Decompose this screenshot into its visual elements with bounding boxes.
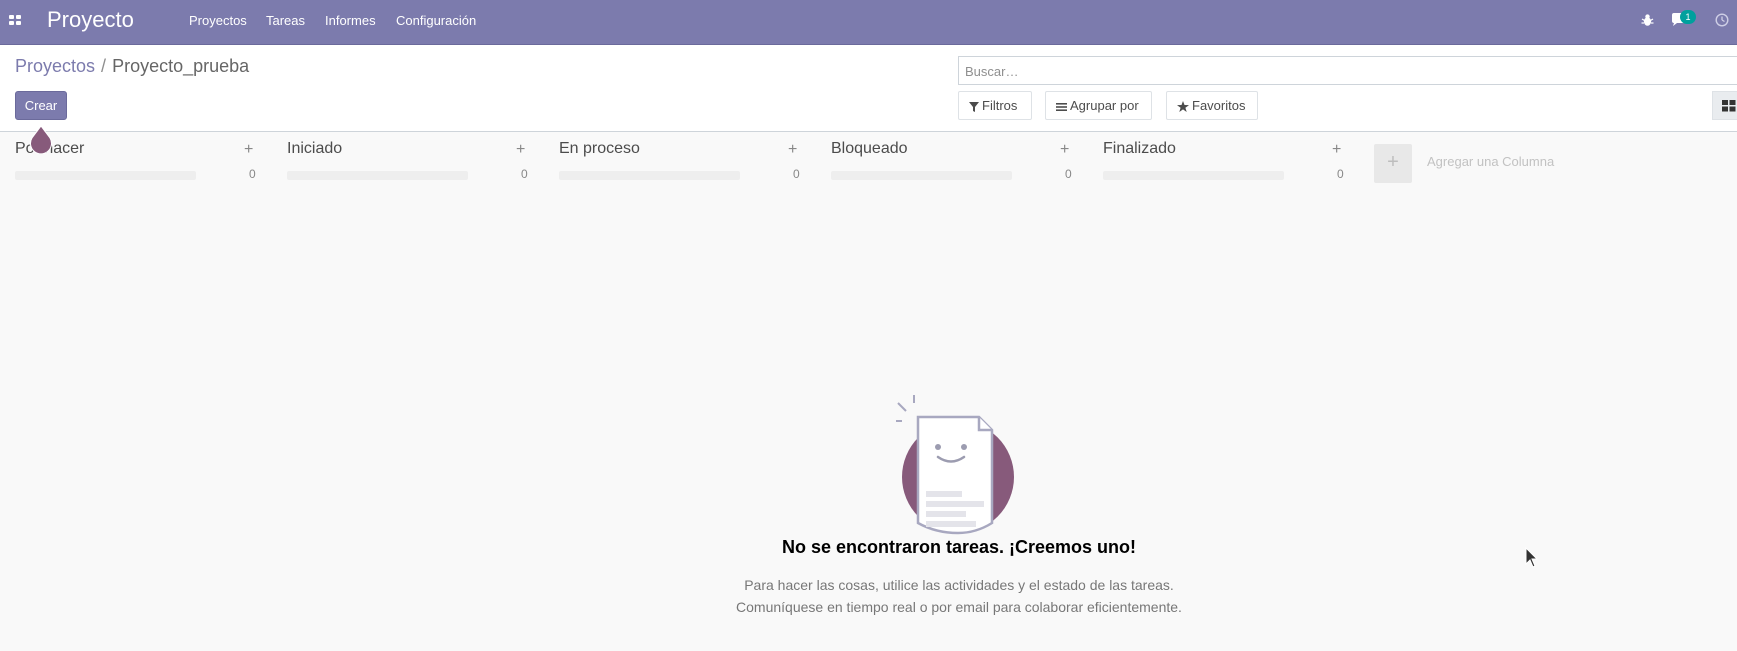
column-count: 0 bbox=[793, 167, 800, 181]
column-quick-create-icon[interactable]: + bbox=[516, 141, 525, 159]
column-progress-bar bbox=[287, 171, 468, 180]
column-quick-create-icon[interactable]: + bbox=[788, 141, 797, 159]
kanban-grid-icon bbox=[1722, 100, 1736, 112]
kanban-column-finalizado: Finalizado + 0 bbox=[1103, 140, 1344, 190]
column-count: 0 bbox=[1065, 167, 1072, 181]
breadcrumb-current: Proyecto_prueba bbox=[112, 56, 250, 76]
column-progress-bar bbox=[559, 171, 740, 180]
breadcrumb-separator: / bbox=[101, 56, 107, 76]
app-title[interactable]: Proyecto bbox=[47, 7, 134, 33]
column-progress-bar bbox=[1103, 171, 1284, 180]
kanban-view-switch[interactable] bbox=[1712, 91, 1737, 120]
column-quick-create-icon[interactable]: + bbox=[1332, 141, 1341, 159]
column-progress-bar bbox=[831, 171, 1012, 180]
breadcrumb-parent-link[interactable]: Proyectos bbox=[15, 56, 95, 76]
column-title[interactable]: Finalizado bbox=[1103, 140, 1176, 158]
empty-state-help-line-2: Comuníquese en tiempo real o por email p… bbox=[736, 599, 1182, 615]
favorites-label: Favoritos bbox=[1192, 98, 1246, 113]
onboarding-tip-drop-icon[interactable] bbox=[29, 126, 53, 154]
control-panel: Proyectos / Proyecto_prueba Crear Buscar… … bbox=[0, 45, 1737, 132]
search-input[interactable]: Buscar… bbox=[958, 56, 1737, 85]
kanban-column-en-proceso: En proceso + 0 bbox=[559, 140, 800, 190]
add-column-label[interactable]: Agregar una Columna bbox=[1427, 154, 1554, 169]
create-button[interactable]: Crear bbox=[15, 91, 67, 120]
empty-state-title: No se encontraron tareas. ¡Creemos uno! bbox=[781, 537, 1137, 557]
menu-configuracion[interactable]: Configuración bbox=[396, 13, 476, 28]
menu-tareas[interactable]: Tareas bbox=[266, 13, 305, 28]
star-icon bbox=[1177, 101, 1189, 113]
column-quick-create-icon[interactable]: + bbox=[1060, 141, 1069, 159]
filters-button[interactable]: Filtros bbox=[958, 91, 1032, 120]
kanban-column-iniciado: Iniciado + 0 bbox=[287, 140, 528, 190]
column-title[interactable]: Bloqueado bbox=[831, 140, 908, 158]
filter-icon bbox=[969, 101, 979, 112]
column-count: 0 bbox=[1337, 167, 1344, 181]
column-title[interactable]: Iniciado bbox=[287, 140, 342, 158]
add-column-button[interactable]: + bbox=[1374, 144, 1412, 183]
empty-state-help-line-1: Para hacer las cosas, utilice las activi… bbox=[744, 577, 1174, 593]
column-count: 0 bbox=[521, 167, 528, 181]
group-by-button[interactable]: Agrupar por bbox=[1045, 91, 1152, 120]
messages-count-badge: 1 bbox=[1680, 10, 1696, 24]
column-title[interactable]: En proceso bbox=[559, 140, 640, 158]
breadcrumb: Proyectos / Proyecto_prueba bbox=[15, 56, 249, 77]
bars-icon bbox=[1056, 102, 1067, 111]
empty-document-illustration bbox=[896, 395, 1014, 535]
column-progress-bar bbox=[15, 171, 196, 180]
activity-clock-icon[interactable] bbox=[1715, 13, 1729, 27]
mouse-cursor-icon bbox=[1525, 547, 1539, 568]
column-count: 0 bbox=[249, 167, 256, 181]
group-by-label: Agrupar por bbox=[1070, 98, 1139, 113]
menu-informes[interactable]: Informes bbox=[325, 13, 376, 28]
menu-proyectos[interactable]: Proyectos bbox=[189, 13, 247, 28]
favorites-button[interactable]: Favoritos bbox=[1166, 91, 1258, 120]
column-quick-create-icon[interactable]: + bbox=[244, 141, 253, 159]
top-navbar: Proyecto Proyectos Tareas Informes Confi… bbox=[0, 0, 1737, 45]
kanban-column-bloqueado: Bloqueado + 0 bbox=[831, 140, 1072, 190]
filters-label: Filtros bbox=[982, 98, 1018, 113]
apps-menu-icon[interactable] bbox=[9, 13, 23, 27]
debug-bug-icon[interactable] bbox=[1641, 13, 1654, 27]
